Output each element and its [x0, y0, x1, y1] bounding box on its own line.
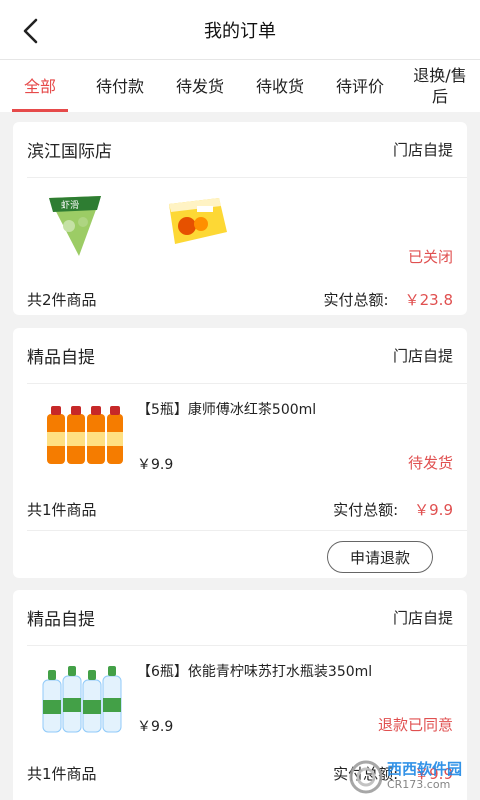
tab-pending-shipment[interactable]: 待发货 [160, 60, 240, 112]
order-summary: 共2件商品 实付总额: ￥23.8 [13, 282, 467, 316]
watermark-domain: CR173.com [386, 778, 451, 791]
item-count: 共2件商品 [27, 290, 97, 309]
item-count: 共1件商品 [27, 500, 97, 519]
order-total: 实付总额: ￥9.9 [333, 499, 453, 520]
product-price: ￥9.9 [137, 457, 174, 473]
item-count: 共1件商品 [27, 764, 97, 783]
order-card[interactable]: 滨江国际店 门店自提 虾滑 已关闭 共2件商品 实付总额: ￥23.8 [13, 122, 467, 315]
order-status: 已关闭 [407, 248, 453, 266]
order-status: 退款已同意 [377, 716, 453, 734]
store-name: 滨江国际店 [27, 142, 112, 162]
tab-pending-payment[interactable]: 待付款 [80, 60, 160, 112]
tab-pending-receipt[interactable]: 待收货 [240, 60, 320, 112]
chevron-left-icon [23, 18, 38, 44]
product-name: 【5瓶】康师傅冰红茶500ml [137, 402, 317, 418]
request-refund-button[interactable]: 申请退款 [327, 541, 433, 573]
product-name: 【6瓶】依能青柠味苏打水瓶装350ml [137, 664, 373, 680]
tab-all[interactable]: 全部 [0, 60, 80, 112]
pickup-type: 门店自提 [392, 141, 453, 159]
page-title: 我的订单 [204, 20, 276, 42]
tab-after-sales-label: 退换/售后 [413, 66, 467, 106]
back-button[interactable] [14, 14, 48, 48]
site-watermark: 西西软件园 CR173.com [349, 760, 462, 794]
order-header: 精品自提 门店自提 [27, 328, 467, 384]
product-image [47, 406, 123, 464]
total-amount: ￥23.8 [404, 290, 453, 309]
total-label: 实付总额: [333, 500, 399, 519]
order-goods[interactable]: 【5瓶】康师傅冰红茶500ml ￥9.9 待发货 [13, 384, 467, 492]
total-amount: ￥9.9 [414, 500, 453, 519]
order-total: 实付总额: ￥23.8 [324, 289, 453, 310]
order-header: 滨江国际店 门店自提 [27, 122, 467, 178]
total-label: 实付总额: [323, 290, 389, 309]
svg-text:虾滑: 虾滑 [61, 199, 79, 211]
tab-after-sales[interactable]: 退换/售后 [400, 60, 480, 112]
product-image: 虾滑 [49, 196, 101, 256]
order-header: 精品自提 门店自提 [27, 590, 467, 646]
watermark-text: 西西软件园 CR173.com [387, 762, 462, 792]
store-name: 精品自提 [27, 348, 95, 368]
product-image [169, 198, 227, 244]
watermark-brand: 西西软件园 [386, 760, 462, 778]
top-bar: 我的订单 [0, 0, 480, 60]
store-name: 精品自提 [27, 610, 95, 630]
product-price: ￥9.9 [137, 719, 174, 735]
order-tabs: 全部 待付款 待发货 待收货 待评价 退换/售后 [0, 60, 480, 112]
order-goods[interactable]: 虾滑 已关闭 [13, 178, 467, 282]
tab-pending-review[interactable]: 待评价 [320, 60, 400, 112]
pickup-type: 门店自提 [392, 347, 453, 365]
watermark-logo-icon [349, 760, 383, 794]
order-status: 待发货 [407, 454, 453, 472]
order-summary: 共1件商品 实付总额: ￥9.9 [13, 492, 467, 526]
product-image [42, 666, 122, 733]
pickup-type: 门店自提 [392, 609, 453, 627]
order-goods[interactable]: 【6瓶】依能青柠味苏打水瓶装350ml ￥9.9 退款已同意 [13, 646, 467, 756]
order-card[interactable]: 精品自提 门店自提 【5瓶】康师傅冰红茶500ml ￥9.9 待发货 共1件商品… [13, 328, 467, 578]
order-actions: 申请退款 [27, 530, 467, 596]
